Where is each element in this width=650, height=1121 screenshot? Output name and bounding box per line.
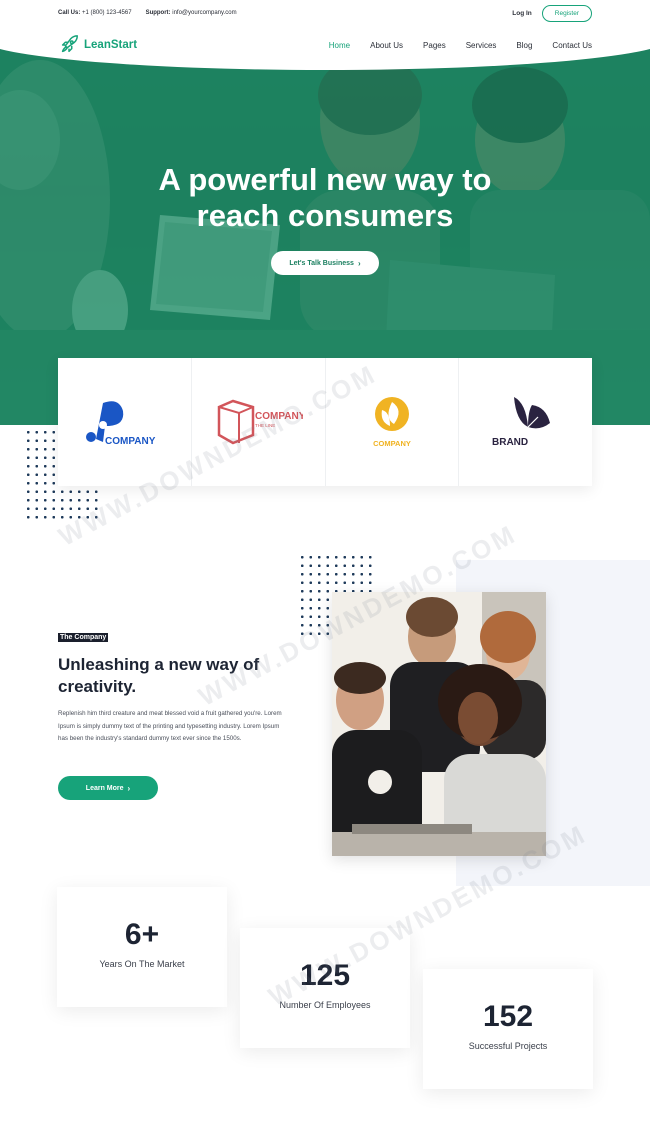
login-link[interactable]: Log In	[512, 10, 532, 17]
main-navbar: LeanStart Home About Us Pages Services B…	[58, 32, 592, 58]
learn-more-label: Learn More	[85, 784, 124, 792]
chevron-right-icon: ›	[127, 783, 131, 793]
stat-card-projects: 152 Successful Projects	[423, 969, 593, 1089]
client-logo-card[interactable]: COMPANY	[58, 358, 192, 486]
about-title: Unleashing a new way of creativity.	[58, 655, 260, 696]
ip-logo-text: COMPANY	[105, 436, 156, 447]
nav-item-contact-us[interactable]: Contact Us	[552, 41, 592, 50]
stat-value: 6+	[124, 918, 160, 951]
hero-title: A powerful new way to reach consumers	[0, 162, 650, 234]
team-photo	[332, 592, 546, 856]
cta-label: Let's Talk Business	[289, 259, 354, 267]
nav-item-home[interactable]: Home	[329, 41, 350, 50]
nav-item-blog[interactable]: Blog	[516, 41, 532, 50]
stat-card-years: 6+ Years On The Market	[57, 887, 227, 1007]
logo-text: LeanStart	[84, 39, 138, 51]
site-logo[interactable]: LeanStart	[58, 34, 137, 56]
stat-value: 152	[482, 1000, 534, 1033]
client-logos-row: COMPANY COMPANY THE LINE COMPANY BRAND	[58, 358, 592, 486]
client-logo-card[interactable]: BRAND	[459, 358, 592, 486]
stat-label: Years On The Market	[99, 959, 185, 969]
swirl-logo-text: COMPANY	[373, 439, 411, 448]
leaf-logo-icon: BRAND	[492, 397, 550, 448]
nav-item-services[interactable]: Services	[466, 41, 497, 50]
nav-item-about-us[interactable]: About Us	[370, 41, 403, 50]
box-logo-text: COMPANY	[255, 411, 303, 422]
call-us-info: Call Us: +1 (800) 123-4567	[58, 10, 132, 16]
ip-logo-icon: COMPANY	[86, 401, 156, 447]
hero-title-line-2: reach consumers	[196, 198, 454, 233]
section-badge: The Company	[58, 633, 109, 642]
stat-value: 125	[299, 959, 351, 992]
client-logo-card[interactable]: COMPANY THE LINE	[192, 358, 326, 486]
stat-label: Successful Projects	[468, 1041, 548, 1051]
top-bar: Call Us: +1 (800) 123-4567 Support: info…	[58, 4, 592, 22]
leaf-logo-text: BRAND	[492, 437, 528, 448]
support-info: Support: info@yourcompany.com	[145, 10, 237, 16]
chevron-right-icon: ›	[357, 258, 361, 268]
team-photo-illustration	[332, 592, 546, 856]
hero-title-line-1: A powerful new way to	[158, 162, 492, 197]
stat-card-employees: 125 Number Of Employees	[240, 928, 410, 1048]
landing-page: Call Us: +1 (800) 123-4567 Support: info…	[0, 0, 650, 1121]
lets-talk-business-button[interactable]: Let's Talk Business ›	[271, 251, 379, 275]
register-button[interactable]: Register	[541, 4, 592, 22]
nav-links: Home About Us Pages Services Blog Contac…	[309, 41, 592, 50]
swirl-logo-icon: COMPANY	[373, 397, 411, 448]
rocket-icon	[61, 35, 78, 53]
nav-item-pages[interactable]: Pages	[423, 41, 446, 50]
box-logo-icon: COMPANY THE LINE	[217, 399, 303, 445]
about-text: Replenish him third creature and meat bl…	[58, 710, 282, 742]
box-logo-tagline: THE LINE	[255, 423, 275, 428]
client-logo-card[interactable]: COMPANY	[326, 358, 460, 486]
learn-more-button[interactable]: Learn More ›	[58, 776, 158, 800]
stat-label: Number Of Employees	[279, 1000, 371, 1010]
